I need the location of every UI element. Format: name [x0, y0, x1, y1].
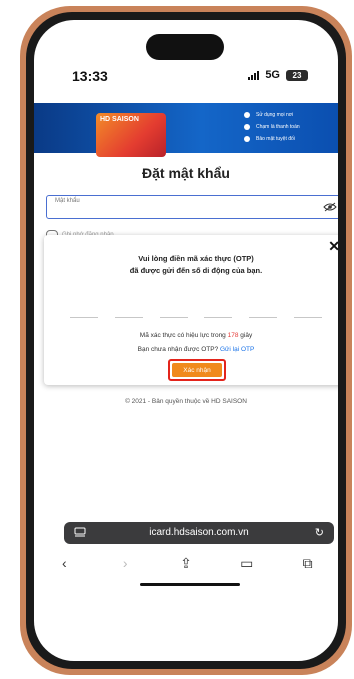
tabs-icon[interactable]: ⧉	[293, 555, 323, 572]
close-icon[interactable]: ✕	[328, 239, 338, 253]
eye-slash-icon[interactable]	[323, 202, 337, 212]
otp-digit-input[interactable]	[204, 317, 233, 318]
copyright-text: © 2021 - Bản quyền thuộc về HD SAISON	[125, 398, 247, 405]
url-text: icard.hdsaison.com.vn	[149, 527, 249, 538]
password-label: Mật khẩu	[55, 198, 80, 204]
dynamic-island	[146, 34, 224, 60]
status-time: 13:33	[72, 68, 108, 84]
status-indicators: 5G 23	[248, 69, 308, 81]
reload-icon[interactable]: ↻	[315, 526, 324, 539]
bullet-icon	[244, 112, 250, 118]
otp-modal: ✕ Vui lòng điền mã xác thực (OTP) đã đượ…	[44, 235, 338, 385]
network-label: 5G	[265, 69, 280, 81]
banner-feature: Sử dụng mọi nơi	[244, 109, 300, 121]
browser-toolbar: ‹ › ⇪ ▭ ⧉	[34, 552, 338, 574]
otp-instructions: Vui lòng điền mã xác thực (OTP) đã được …	[44, 253, 338, 277]
phone-screen: 13:33 5G 23 HD SAISON Sử dụng mọi nơi Ch…	[34, 20, 338, 661]
card-logo: HD SAISON	[100, 116, 139, 123]
otp-instructions-line1: Vui lòng điền mã xác thực (OTP)	[138, 254, 254, 263]
resend-otp-row: Bạn chưa nhận được OTP? Gửi lại OTP	[137, 346, 255, 353]
otp-countdown: 178	[227, 332, 239, 339]
address-bar[interactable]: icard.hdsaison.com.vn ↻	[64, 522, 334, 544]
back-icon[interactable]: ‹	[49, 555, 79, 571]
otp-digit-input[interactable]	[293, 317, 322, 318]
forward-icon[interactable]: ›	[110, 555, 140, 571]
bullet-icon	[244, 136, 250, 142]
banner-feature-list: Sử dụng mọi nơi Chạm là thanh toán Bảo m…	[244, 109, 300, 145]
confirm-button[interactable]: Xác nhận	[172, 363, 222, 377]
banner-feature: Chạm là thanh toán	[244, 121, 300, 133]
otp-digit-input[interactable]	[114, 317, 143, 318]
otp-digit-input[interactable]	[249, 317, 278, 318]
otp-input-row	[70, 317, 322, 318]
phone-bezel: 13:33 5G 23 HD SAISON Sử dụng mọi nơi Ch…	[26, 12, 346, 669]
battery-icon: 23	[286, 69, 308, 81]
confirm-highlight: Xác nhận	[168, 359, 226, 381]
page-title: Đặt mật khẩu	[142, 165, 230, 181]
home-indicator	[140, 583, 240, 586]
resend-otp-link[interactable]: Gửi lại OTP	[220, 346, 254, 353]
promo-banner: HD SAISON Sử dụng mọi nơi Chạm là thanh …	[34, 103, 338, 157]
signal-icon	[248, 70, 260, 80]
otp-instructions-line2: đã được gửi đến số di động của bạn.	[129, 266, 263, 275]
status-bar: 13:33 5G 23	[34, 68, 338, 88]
banner-feature: Bảo mật tuyệt đối	[244, 133, 300, 145]
phone-frame: 13:33 5G 23 HD SAISON Sử dụng mọi nơi Ch…	[20, 6, 352, 675]
credit-card-image: HD SAISON	[96, 113, 166, 157]
bookmarks-icon[interactable]: ▭	[232, 555, 262, 572]
otp-validity-text: Mã xác thực có hiệu lực trong 178 giây	[139, 332, 253, 339]
otp-digit-input[interactable]	[159, 317, 188, 318]
share-icon[interactable]: ⇪	[171, 555, 201, 572]
bullet-icon	[244, 124, 250, 130]
otp-digit-input[interactable]	[70, 317, 98, 318]
password-input[interactable]: Mật khẩu	[46, 195, 338, 219]
